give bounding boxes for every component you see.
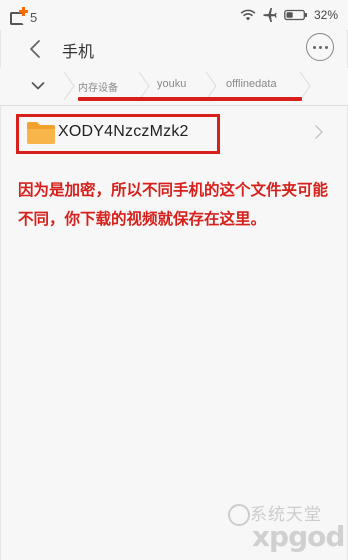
watermark: 系统天堂 xpgod bbox=[228, 500, 346, 558]
battery-percent: 32% bbox=[313, 8, 338, 22]
breadcrumb-separator-icon bbox=[63, 71, 75, 101]
airplane-mode-icon bbox=[263, 8, 277, 22]
breadcrumb-toggle-button[interactable] bbox=[30, 78, 46, 94]
page-title: 手机 bbox=[62, 42, 95, 61]
more-options-icon bbox=[312, 45, 316, 49]
battery-icon bbox=[284, 9, 307, 21]
notification-count: 5 bbox=[30, 9, 38, 25]
folder-name: XODY4NzczMzk2 bbox=[58, 123, 189, 140]
breadcrumb-item-storage[interactable]: 内存设备 bbox=[78, 79, 118, 94]
breadcrumb-item-offlinedata[interactable]: offlinedata bbox=[226, 78, 277, 90]
status-bar: 5 32% bbox=[0, 0, 348, 30]
more-options-button[interactable] bbox=[306, 33, 334, 61]
annotation-text: 因为是加密，所以不同手机的这个文件夹可能不同，你下载的视频就保存在这里。 bbox=[18, 181, 329, 228]
breadcrumb-item-youku[interactable]: youku bbox=[157, 78, 186, 90]
breadcrumb-highlight-underline bbox=[78, 97, 302, 101]
chevron-down-icon bbox=[31, 82, 45, 90]
back-button[interactable] bbox=[22, 35, 50, 63]
folder-icon bbox=[27, 122, 55, 144]
wifi-icon bbox=[240, 9, 256, 21]
back-arrow-icon bbox=[30, 40, 40, 58]
status-bar-left: 5 bbox=[8, 7, 37, 27]
app-notification-icon bbox=[8, 7, 28, 27]
watermark-logo-icon bbox=[228, 504, 250, 526]
status-bar-right: 32% bbox=[240, 8, 338, 22]
title-bar: 手机 bbox=[0, 30, 348, 68]
chevron-right-icon bbox=[315, 125, 323, 139]
watermark-line2: xpgod bbox=[252, 520, 345, 553]
